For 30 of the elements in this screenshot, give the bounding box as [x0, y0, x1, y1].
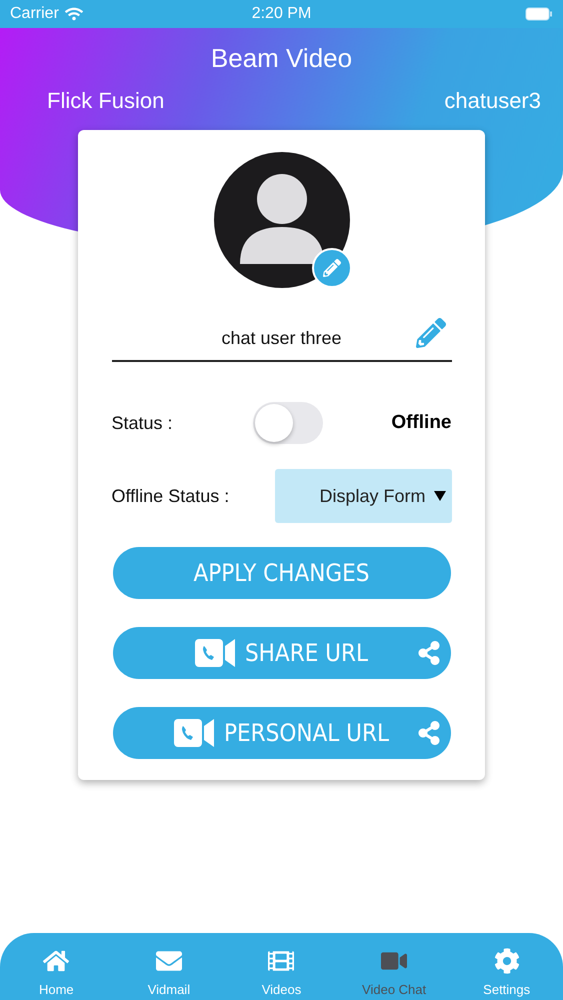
- pencil-icon[interactable]: [416, 318, 446, 348]
- status-label: Status :: [112, 412, 173, 434]
- share-url-button[interactable]: PERSONAL URL: [112, 707, 450, 759]
- share-url-button[interactable]: SHARE URL: [112, 627, 450, 679]
- clock: 2:20 PM: [252, 5, 312, 23]
- video-call-icon: [194, 638, 237, 668]
- settings-icon: [494, 948, 520, 974]
- app-title: Beam Video: [210, 43, 354, 74]
- tab[interactable]: Video Chat: [338, 933, 450, 1000]
- status-toggle[interactable]: [252, 402, 323, 444]
- name-field[interactable]: chat user three: [112, 316, 452, 362]
- status-value: Offline: [391, 412, 452, 434]
- username: chatuser3: [444, 88, 541, 114]
- apply-button[interactable]: APPLY CHANGES: [112, 547, 450, 599]
- share-icon: [416, 721, 440, 745]
- share-icon: [416, 641, 440, 665]
- offline-status-label: Offline Status :: [112, 486, 230, 506]
- caret-icon: [434, 491, 446, 501]
- home-icon: [43, 948, 70, 974]
- wifi-icon: [64, 5, 83, 23]
- tab[interactable]: Home: [0, 933, 113, 1000]
- company-name: Flick Fusion: [47, 88, 164, 114]
- tab[interactable]: Vidmail: [112, 933, 226, 1000]
- video-call-icon: [174, 718, 216, 748]
- tab[interactable]: Settings: [450, 933, 563, 1000]
- battery-icon: [525, 7, 553, 21]
- carrier-label: Carrier: [10, 5, 59, 23]
- pencil-icon: [322, 259, 340, 277]
- offline-status-dropdown[interactable]: Display Form: [274, 469, 452, 523]
- tab[interactable]: Videos: [225, 933, 338, 1000]
